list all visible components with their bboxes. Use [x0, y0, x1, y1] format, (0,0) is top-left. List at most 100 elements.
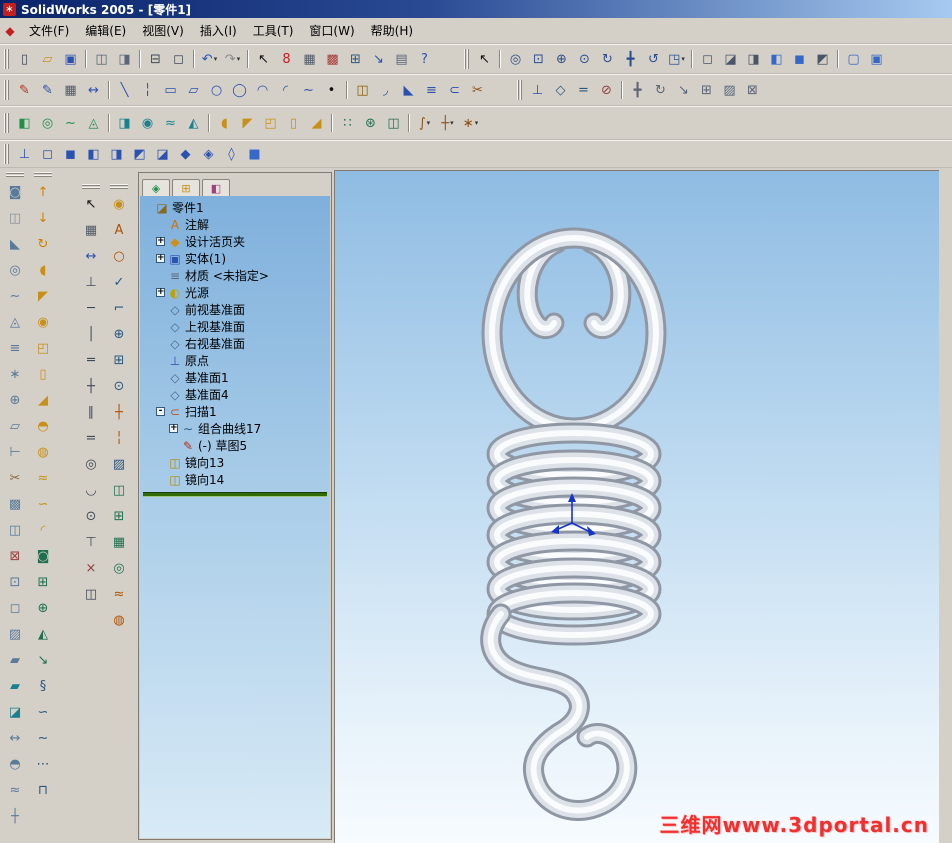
- shaded-with-edges-button[interactable]: ◧: [765, 48, 788, 70]
- menu-item[interactable]: 帮助(H): [363, 19, 421, 42]
- tree-item-composite-curve17[interactable]: + ∼ 组合曲线17: [140, 420, 330, 437]
- chamfer-button[interactable]: ◤: [236, 112, 259, 134]
- menu-item[interactable]: 编辑(E): [77, 19, 134, 42]
- menu-item[interactable]: 视图(V): [134, 19, 192, 42]
- thicken-button[interactable]: ▰: [3, 647, 27, 673]
- right-view-button[interactable]: ◨: [105, 143, 128, 165]
- tree-item-front-plane[interactable]: ◇ 前视基准面: [140, 301, 330, 318]
- mid-surface-button[interactable]: ◫: [3, 517, 27, 543]
- equal-relation-button[interactable]: =: [79, 425, 103, 451]
- dimension-style-button[interactable]: ↘: [367, 48, 390, 70]
- dome-surface-button[interactable]: ◓: [3, 751, 27, 777]
- zoom-selected-button[interactable]: ⊙: [573, 48, 596, 70]
- undo-button[interactable]: ↶: [198, 48, 221, 70]
- tree-item-part[interactable]: ◪ 零件1: [140, 199, 330, 216]
- dimension-tool-button[interactable]: ↔: [79, 243, 103, 269]
- design-table-button[interactable]: ⊞: [344, 48, 367, 70]
- model-canvas[interactable]: [335, 171, 939, 843]
- copy-entities-button[interactable]: ⊞: [695, 79, 718, 101]
- datum-feature-button[interactable]: ⊞: [107, 347, 131, 373]
- expander-icon[interactable]: +: [156, 254, 165, 263]
- revision-cloud-button[interactable]: ≈: [107, 581, 131, 607]
- knit-surface-button[interactable]: ⊕: [3, 387, 27, 413]
- spline-button[interactable]: ∼: [297, 79, 320, 101]
- fillet-button[interactable]: ◖: [213, 112, 236, 134]
- normal-to-button[interactable]: ⊥: [13, 143, 36, 165]
- tree-item-plane4[interactable]: ◇ 基准面4: [140, 386, 330, 403]
- swept-cut-button[interactable]: ≈: [159, 112, 182, 134]
- combine-tool-button[interactable]: ⊕: [31, 595, 55, 621]
- revolved-boss-button[interactable]: ◎: [36, 112, 59, 134]
- menu-item[interactable]: 文件(F): [21, 19, 77, 42]
- trimetric-view-button[interactable]: ◊: [220, 143, 243, 165]
- coincident-relation-button[interactable]: ⊙: [79, 503, 103, 529]
- trim-surface-button[interactable]: ✂: [3, 465, 27, 491]
- select-plus-button[interactable]: ↖: [473, 48, 496, 70]
- circular-pattern-button[interactable]: ⊛: [359, 112, 382, 134]
- isometric-view-button[interactable]: ◆: [174, 143, 197, 165]
- surface-finish-button[interactable]: ✓: [107, 269, 131, 295]
- tree-item-lights[interactable]: + ◐ 光源: [140, 284, 330, 301]
- cavity-tool-button[interactable]: ◙: [31, 543, 55, 569]
- linear-pattern-button[interactable]: ∷: [336, 112, 359, 134]
- center-mark-button[interactable]: ┼: [107, 399, 131, 425]
- bottom-view-button[interactable]: ◪: [151, 143, 174, 165]
- back-view-button[interactable]: ◼: [59, 143, 82, 165]
- dimetric-view-button[interactable]: ◈: [197, 143, 220, 165]
- revolved-surface-button[interactable]: ◎: [3, 257, 27, 283]
- line-button[interactable]: ╲: [113, 79, 136, 101]
- child-window-icon[interactable]: ◆: [3, 24, 17, 38]
- sketch-chamfer-button[interactable]: ◣: [397, 79, 420, 101]
- symmetric-relation-button[interactable]: ◫: [79, 581, 103, 607]
- extruded-cut-button[interactable]: ◨: [113, 112, 136, 134]
- planar-surface-button[interactable]: ▱: [3, 413, 27, 439]
- scale-entities-button[interactable]: ↘: [672, 79, 695, 101]
- split-tool-button[interactable]: ◭: [31, 621, 55, 647]
- circle-button[interactable]: ○: [205, 79, 228, 101]
- geometric-tolerance-button[interactable]: ⊕: [107, 321, 131, 347]
- close-sketch-button[interactable]: ⊠: [741, 79, 764, 101]
- revolved-cut-button[interactable]: ◉: [136, 112, 159, 134]
- mirror-part-button[interactable]: ◫: [3, 205, 27, 231]
- tree-item-origin[interactable]: ⊥ 原点: [140, 352, 330, 369]
- featuremanager-tab[interactable]: ◈: [142, 179, 170, 197]
- horizontal-relation-button[interactable]: ─: [79, 295, 103, 321]
- point-button[interactable]: •: [320, 79, 343, 101]
- insert-part-button[interactable]: ◙: [3, 179, 27, 205]
- shape-tool-button[interactable]: ◍: [31, 439, 55, 465]
- join-tool-button[interactable]: ⊞: [31, 569, 55, 595]
- wireframe-button[interactable]: ◻: [696, 48, 719, 70]
- offset-surface-button[interactable]: ≡: [3, 335, 27, 361]
- flex-tool-button[interactable]: ∽: [31, 491, 55, 517]
- projected-curve-button[interactable]: ⊓: [31, 777, 55, 803]
- reference-geometry-button[interactable]: ┼: [436, 112, 459, 134]
- hidden-lines-removed-button[interactable]: ◨: [742, 48, 765, 70]
- smart-dimension-tool-button[interactable]: ◉: [107, 191, 131, 217]
- helix-tool-button[interactable]: §: [31, 673, 55, 699]
- extend-surface-button[interactable]: ⊢: [3, 439, 27, 465]
- rectangle-button[interactable]: ▭: [159, 79, 182, 101]
- draft-button[interactable]: ◢: [305, 112, 328, 134]
- rotate-view-button[interactable]: ↻: [596, 48, 619, 70]
- tree-item-sketch5[interactable]: ✎ (-) 草图5: [140, 437, 330, 454]
- zoom-fit-button[interactable]: ◎: [504, 48, 527, 70]
- untrim-surface-button[interactable]: ◻: [3, 595, 27, 621]
- delete-relation-button[interactable]: ×: [79, 555, 103, 581]
- fillet-tool-button[interactable]: ◖: [31, 257, 55, 283]
- tree-item-right-plane[interactable]: ◇ 右视基准面: [140, 335, 330, 352]
- collinear-relation-button[interactable]: ═: [79, 347, 103, 373]
- draft-tool-button[interactable]: ◢: [31, 387, 55, 413]
- rotate-entities-button[interactable]: ↻: [649, 79, 672, 101]
- no-solve-button[interactable]: ⊘: [595, 79, 618, 101]
- wrap-tool-button[interactable]: ◜: [31, 517, 55, 543]
- radiate-surface-button[interactable]: ∗: [3, 361, 27, 387]
- tree-item-design-binder[interactable]: + ◆ 设计活页夹: [140, 233, 330, 250]
- smart-dimension-button[interactable]: ↔: [82, 79, 105, 101]
- fullscreen-button[interactable]: ▢: [842, 48, 865, 70]
- trim-entities-button[interactable]: ✂: [466, 79, 489, 101]
- print-preview-button[interactable]: ◻: [167, 48, 190, 70]
- section-view-button[interactable]: ◩: [811, 48, 834, 70]
- left-view-button[interactable]: ◧: [82, 143, 105, 165]
- ruled-surface-button[interactable]: ▨: [3, 621, 27, 647]
- dowel-pin-button[interactable]: ◍: [107, 607, 131, 633]
